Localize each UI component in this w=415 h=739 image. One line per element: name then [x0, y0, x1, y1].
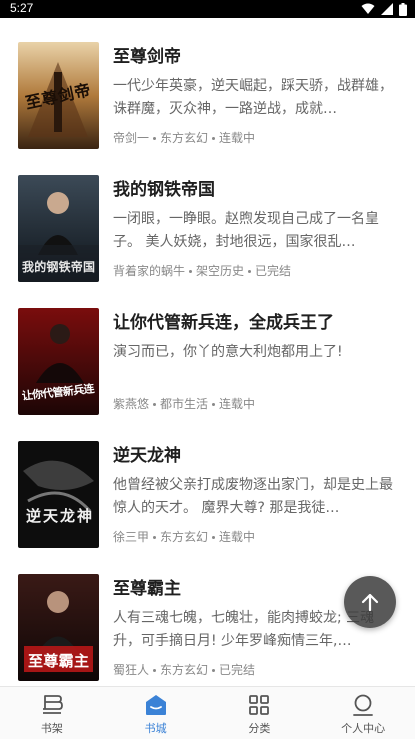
- cover-title-text: 我的钢铁帝国: [22, 259, 95, 274]
- cover-title-text: 逆天龙神: [26, 507, 92, 525]
- tab-profile[interactable]: 个人中心: [311, 687, 415, 739]
- tab-label: 个人中心: [341, 722, 386, 735]
- book-cover[interactable]: 至尊剑帝: [18, 42, 99, 149]
- book-author: 背着家的蜗牛: [113, 264, 186, 278]
- book-status: 连载中: [219, 397, 256, 411]
- tab-category[interactable]: 分类: [208, 687, 312, 739]
- tab-bookshelf[interactable]: 书架: [0, 687, 104, 739]
- book-meta: 背着家的蜗牛 架空历史 已完结: [113, 262, 291, 279]
- book-cover[interactable]: 我的钢铁帝国: [18, 175, 99, 282]
- book-item[interactable]: 让你代管新兵连 让你代管新兵连，全成兵王了 演习而已，你丫的意大利炮都用上了! …: [0, 284, 415, 417]
- book-description: 演习而已，你丫的意大利炮都用上了!: [113, 344, 343, 360]
- book-title[interactable]: 至尊剑帝: [113, 42, 181, 67]
- book-category: 架空历史: [196, 264, 245, 278]
- book-item[interactable]: 逆天龙神 逆天龙神 他曾经被父亲打成废物逐出家门，却是史上最惊人的天才。 魔界大…: [0, 417, 415, 550]
- book-status: 连载中: [219, 131, 256, 145]
- book-author: 帝剑一: [113, 131, 150, 145]
- bottom-tab-bar: 书架 书城 分类 个人中心: [0, 686, 415, 739]
- book-description: 他曾经被父亲打成废物逐出家门，却是史上最惊人的天才。 魔界大尊? 那是我徒…: [113, 477, 393, 516]
- tab-label: 书架: [40, 722, 63, 735]
- bookstore-icon: [145, 695, 166, 715]
- book-author: 徐三甲: [113, 530, 150, 544]
- status-bar: 5:27: [0, 0, 415, 18]
- book-cover[interactable]: 至尊霸主: [18, 574, 99, 681]
- book-author: 紫燕悠: [113, 397, 150, 411]
- tab-bookstore[interactable]: 书城: [104, 687, 208, 739]
- book-item[interactable]: 至尊剑帝 至尊剑帝 一代少年英豪，逆天崛起，踩天骄，战群雄，诛群魔，灭众神，一路…: [0, 18, 415, 151]
- book-title[interactable]: 逆天龙神: [113, 441, 181, 466]
- book-meta: 蜀狂人 东方玄幻 已完结: [113, 661, 255, 678]
- book-item[interactable]: 我的钢铁帝国 我的钢铁帝国 一闭眼，一睁眼。赵煦发现自己成了一名皇子。 美人妖娆…: [0, 151, 415, 284]
- book-status: 已完结: [219, 663, 256, 677]
- arrow-up-icon: [361, 593, 379, 612]
- book-category: 都市生活: [160, 397, 209, 411]
- cover-title-text: 至尊霸主: [28, 652, 89, 670]
- book-status: 已完结: [255, 264, 292, 278]
- profile-icon: [353, 694, 374, 716]
- bookshelf-icon: [42, 695, 63, 714]
- book-meta: 帝剑一 东方玄幻 连载中: [113, 129, 255, 146]
- book-category: 东方玄幻: [160, 530, 209, 544]
- book-category: 东方玄幻: [160, 131, 209, 145]
- book-title[interactable]: 至尊霸主: [113, 574, 181, 599]
- book-cover[interactable]: 逆天龙神: [18, 441, 99, 548]
- book-cover[interactable]: 让你代管新兵连: [18, 308, 99, 415]
- book-title[interactable]: 我的钢铁帝国: [113, 175, 215, 200]
- tab-label: 分类: [248, 722, 271, 735]
- battery-icon: [399, 2, 407, 16]
- book-meta: 紫燕悠 都市生活 连载中: [113, 395, 255, 412]
- category-grid-icon: [249, 695, 270, 715]
- signal-icon: [381, 3, 393, 15]
- status-time: 5:27: [10, 1, 34, 15]
- book-status: 连载中: [219, 530, 256, 544]
- book-title[interactable]: 让你代管新兵连，全成兵王了: [113, 308, 334, 333]
- book-description: 一闭眼，一睁眼。赵煦发现自己成了一名皇子。 美人妖娆，封地很远，国家很乱…: [113, 211, 379, 250]
- book-category: 东方玄幻: [160, 663, 209, 677]
- wifi-icon: [361, 3, 375, 14]
- tab-label: 书城: [144, 722, 167, 735]
- book-meta: 徐三甲 东方玄幻 连载中: [113, 528, 255, 545]
- book-author: 蜀狂人: [113, 663, 150, 677]
- book-description: 一代少年英豪，逆天崛起，踩天骄，战群雄，诛群魔，灭众神，一路逆战，成就…: [113, 78, 393, 117]
- back-to-top-button[interactable]: [344, 576, 396, 628]
